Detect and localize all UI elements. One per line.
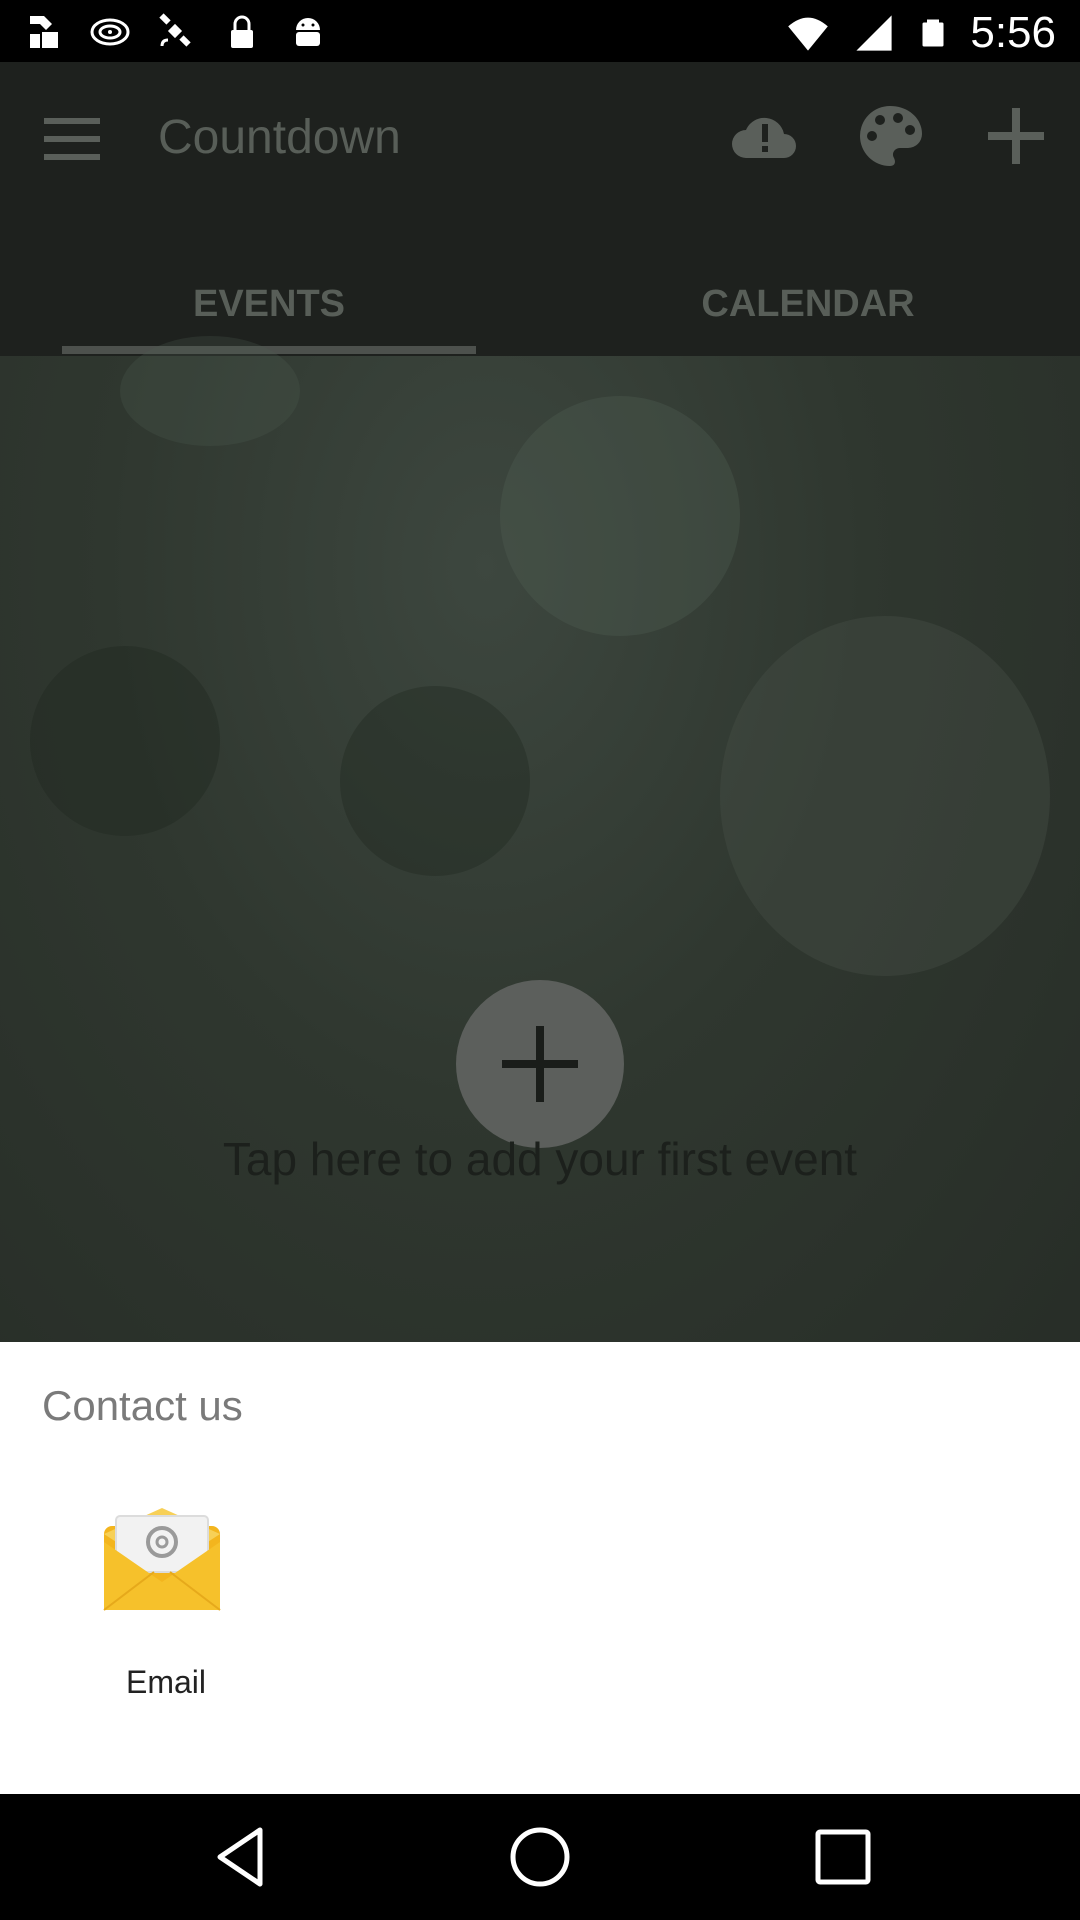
recents-icon[interactable] [810, 1824, 876, 1890]
empty-state-hint[interactable]: Tap here to add your first event [0, 1132, 1080, 1186]
background-bokeh [120, 336, 300, 446]
add-event-icon[interactable] [988, 108, 1044, 164]
app-title: Countdown [158, 111, 401, 164]
home-icon[interactable] [507, 1824, 573, 1890]
email-app-icon [103, 1508, 221, 1611]
palette-icon[interactable] [856, 102, 924, 170]
status-time: 5:56 [970, 8, 1056, 57]
menu-icon[interactable] [44, 116, 100, 162]
plus-icon [502, 1026, 578, 1102]
navigation-bar [0, 1794, 1080, 1920]
notification-icon [30, 16, 58, 48]
back-icon[interactable] [208, 1824, 274, 1890]
background-bokeh [340, 686, 530, 876]
background-bokeh [720, 616, 1050, 976]
tab-events[interactable]: EVENTS [60, 252, 478, 356]
toolbar: Countdown EVENTS CALENDAR [0, 62, 1080, 356]
contact-us-sheet: Contact us Email [0, 1342, 1080, 1794]
tab-calendar[interactable]: CALENDAR [590, 252, 1026, 356]
status-bar: 5:56 [0, 0, 1080, 62]
tab-bar: EVENTS CALENDAR [0, 252, 1080, 356]
android-icon [296, 18, 320, 46]
cloud-alert-icon[interactable] [730, 106, 800, 166]
sheet-title: Contact us [42, 1382, 243, 1429]
lock-icon [231, 15, 253, 48]
events-list: Tap here to add your first event [0, 336, 1080, 1342]
wifi-icon [788, 17, 829, 51]
satellite-icon [159, 13, 191, 47]
signal-icon [856, 15, 892, 51]
tv-icon [90, 18, 130, 46]
app-background: Countdown EVENTS CALENDAR Tap here to ad… [0, 62, 1080, 1342]
add-first-event-button[interactable] [456, 980, 624, 1148]
background-bokeh [500, 396, 740, 636]
email-option-label: Email [125, 1664, 206, 1700]
email-option[interactable]: Email [88, 1502, 244, 1722]
background-bokeh [30, 646, 220, 836]
battery-icon [922, 19, 944, 47]
